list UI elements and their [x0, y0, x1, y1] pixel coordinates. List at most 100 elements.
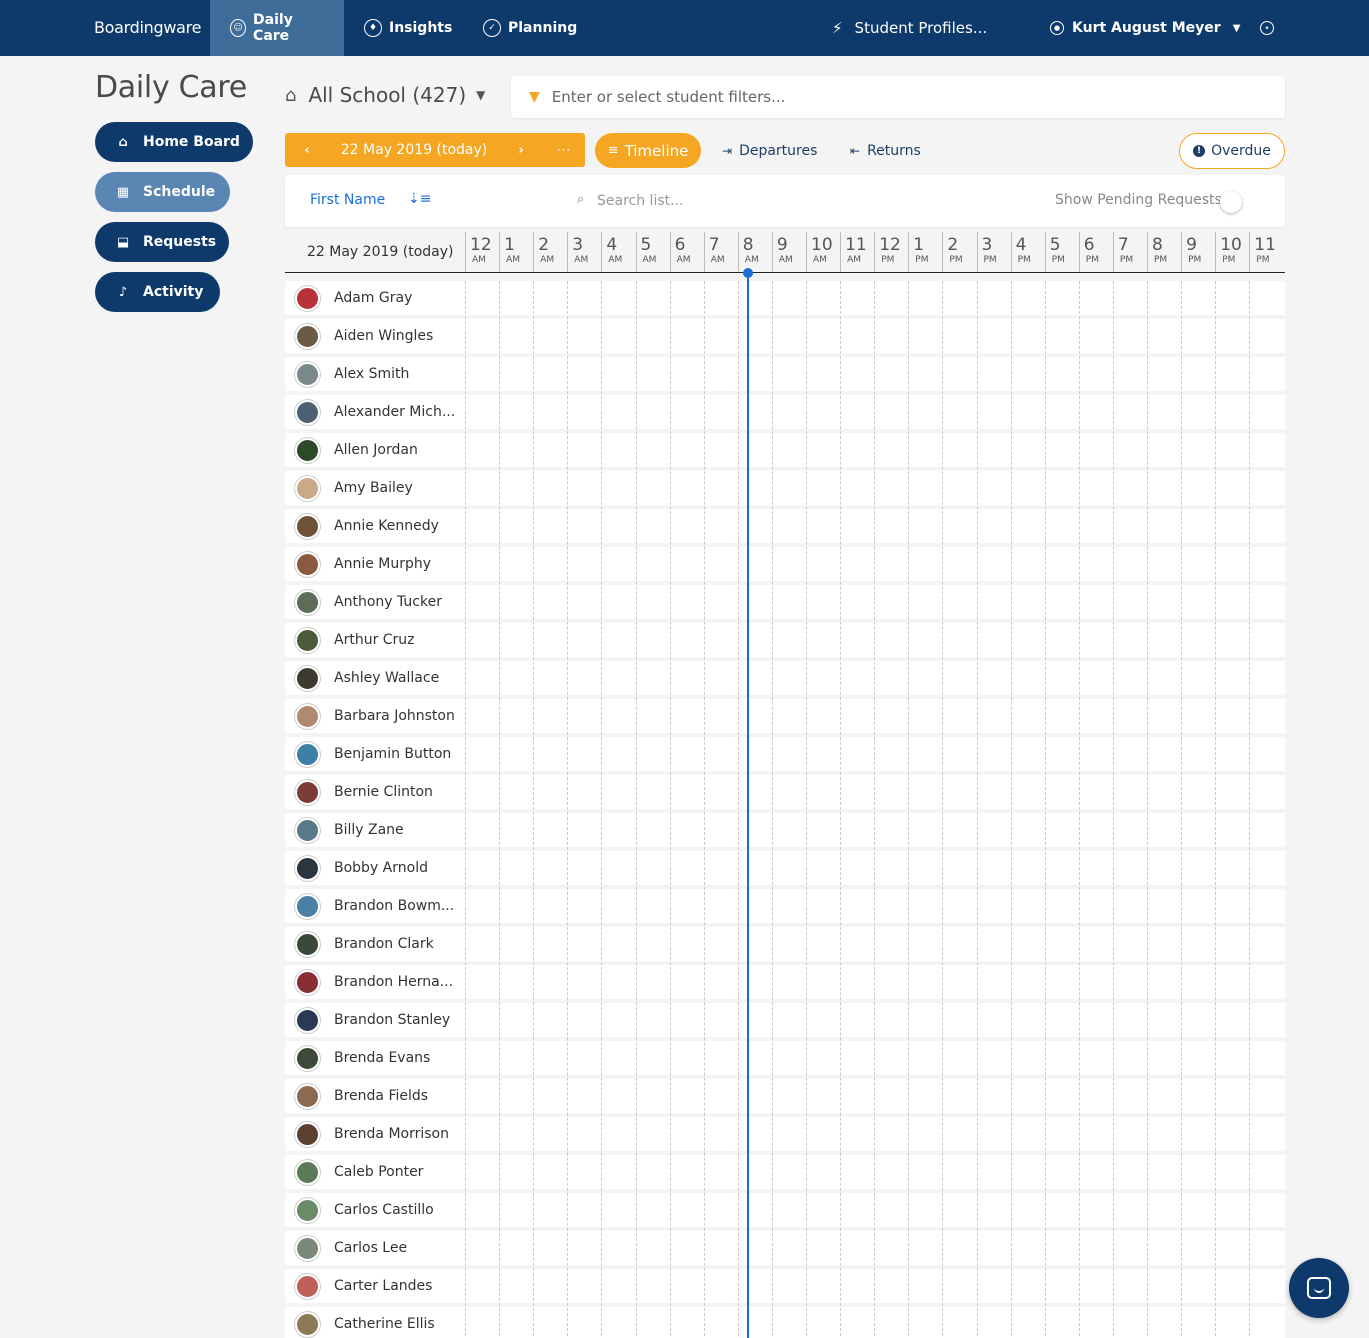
prev-day-button[interactable]: ‹ [285, 143, 329, 158]
overdue-button[interactable]: ! Overdue [1179, 133, 1285, 169]
student-row[interactable]: Brandon Stanley [285, 1003, 1285, 1041]
student-name[interactable]: Carter Landes [334, 1278, 432, 1294]
student-name-cell[interactable]: Anthony Tucker [285, 585, 465, 619]
sidebar-item-activity[interactable]: ♪ Activity [95, 272, 220, 312]
student-name-cell[interactable]: Brenda Evans [285, 1041, 465, 1075]
student-name-cell[interactable]: Billy Zane [285, 813, 465, 847]
tab-insights[interactable]: ♦ Insights [344, 0, 472, 56]
student-row[interactable]: Amy Bailey [285, 471, 1285, 509]
student-row[interactable]: Brenda Evans [285, 1041, 1285, 1079]
student-row[interactable]: Carlos Lee [285, 1231, 1285, 1269]
avatar[interactable] [295, 513, 320, 539]
student-row[interactable]: Carlos Castillo [285, 1193, 1285, 1231]
student-row[interactable]: Annie Murphy [285, 547, 1285, 585]
student-name[interactable]: Catherine Ellis [334, 1316, 435, 1332]
student-name[interactable]: Alex Smith [334, 366, 409, 382]
student-name-cell[interactable]: Carlos Lee [285, 1231, 465, 1265]
scope-selector[interactable]: ⌂ All School (427) ▼ [285, 83, 485, 107]
avatar[interactable] [295, 969, 320, 995]
avatar[interactable] [295, 437, 320, 463]
avatar[interactable] [295, 1045, 320, 1071]
student-name[interactable]: Billy Zane [334, 822, 404, 838]
student-row[interactable]: Alexander Mich... [285, 395, 1285, 433]
chat-launcher-button[interactable] [1289, 1258, 1349, 1318]
student-name[interactable]: Brandon Herna... [334, 974, 453, 990]
student-row[interactable]: Catherine Ellis [285, 1307, 1285, 1338]
student-row[interactable]: Adam Gray [285, 281, 1285, 319]
avatar[interactable] [295, 1083, 320, 1109]
avatar[interactable] [295, 931, 320, 957]
tab-planning[interactable]: ✓ Planning [463, 0, 597, 56]
avatar[interactable] [295, 741, 320, 767]
avatar[interactable] [295, 1007, 320, 1033]
student-name-cell[interactable]: Brandon Herna... [285, 965, 465, 999]
search-list-input[interactable] [597, 189, 797, 213]
student-row[interactable]: Anthony Tucker [285, 585, 1285, 623]
tab-daily-care[interactable]: ☺ Daily Care [210, 0, 344, 56]
avatar[interactable] [295, 475, 320, 501]
sidebar-item-requests[interactable]: ⬓ Requests [95, 222, 229, 262]
avatar[interactable] [295, 893, 320, 919]
student-row[interactable]: Benjamin Button [285, 737, 1285, 775]
avatar[interactable] [295, 1311, 320, 1337]
student-name[interactable]: Adam Gray [334, 290, 412, 306]
student-row[interactable]: Ashley Wallace [285, 661, 1285, 699]
avatar[interactable] [295, 703, 320, 729]
student-name-cell[interactable]: Bobby Arnold [285, 851, 465, 885]
student-name[interactable]: Brandon Clark [334, 936, 434, 952]
student-row[interactable]: Brandon Herna... [285, 965, 1285, 1003]
student-row[interactable]: Brandon Clark [285, 927, 1285, 965]
student-name-cell[interactable]: Allen Jordan [285, 433, 465, 467]
avatar[interactable] [295, 817, 320, 843]
avatar[interactable] [295, 1121, 320, 1147]
student-name-cell[interactable]: Caleb Ponter [285, 1155, 465, 1189]
avatar[interactable] [295, 399, 320, 425]
date-label[interactable]: 22 May 2019 (today) [329, 142, 499, 158]
student-row[interactable]: Annie Kennedy [285, 509, 1285, 547]
student-name[interactable]: Amy Bailey [334, 480, 413, 496]
student-name-cell[interactable]: Ashley Wallace [285, 661, 465, 695]
avatar[interactable] [295, 589, 320, 615]
student-row[interactable]: Caleb Ponter [285, 1155, 1285, 1193]
student-filter-input[interactable]: ▼ Enter or select student filters... [511, 76, 1285, 118]
sidebar-item-home-board[interactable]: ⌂ Home Board [95, 122, 253, 162]
student-row[interactable]: Brenda Fields [285, 1079, 1285, 1117]
student-name[interactable]: Caleb Ponter [334, 1164, 423, 1180]
sort-first-name[interactable]: First Name [310, 192, 385, 208]
avatar[interactable] [295, 1159, 320, 1185]
student-name-cell[interactable]: Adam Gray [285, 281, 465, 315]
student-name[interactable]: Brandon Stanley [334, 1012, 450, 1028]
avatar[interactable] [295, 323, 320, 349]
student-row[interactable]: Aiden Wingles [285, 319, 1285, 357]
student-name[interactable]: Ashley Wallace [334, 670, 439, 686]
student-name[interactable]: Annie Kennedy [334, 518, 439, 534]
student-row[interactable]: Carter Landes [285, 1269, 1285, 1307]
next-day-button[interactable]: › [499, 143, 543, 158]
student-name[interactable]: Brenda Morrison [334, 1126, 449, 1142]
avatar[interactable] [295, 551, 320, 577]
date-more-button[interactable]: ··· [543, 143, 585, 157]
student-name-cell[interactable]: Arthur Cruz [285, 623, 465, 657]
student-name[interactable]: Aiden Wingles [334, 328, 433, 344]
student-name-cell[interactable]: Aiden Wingles [285, 319, 465, 353]
student-name[interactable]: Annie Murphy [334, 556, 431, 572]
avatar[interactable] [295, 1235, 320, 1261]
student-name-cell[interactable]: Catherine Ellis [285, 1307, 465, 1338]
student-name-cell[interactable]: Annie Murphy [285, 547, 465, 581]
student-name[interactable]: Benjamin Button [334, 746, 451, 762]
avatar[interactable] [295, 855, 320, 881]
student-row[interactable]: Brandon Bowm... [285, 889, 1285, 927]
avatar[interactable] [295, 285, 320, 311]
student-name-cell[interactable]: Brandon Stanley [285, 1003, 465, 1037]
pending-requests-toggle[interactable] [1220, 191, 1242, 213]
student-name[interactable]: Brenda Fields [334, 1088, 428, 1104]
sort-icon[interactable]: ⇣≡ [408, 191, 431, 207]
student-row[interactable]: Bernie Clinton [285, 775, 1285, 813]
student-name[interactable]: Brandon Bowm... [334, 898, 454, 914]
student-name[interactable]: Brenda Evans [334, 1050, 430, 1066]
student-name-cell[interactable]: Alex Smith [285, 357, 465, 391]
avatar[interactable] [295, 665, 320, 691]
student-name-cell[interactable]: Carlos Castillo [285, 1193, 465, 1227]
student-name-cell[interactable]: Barbara Johnston [285, 699, 465, 733]
avatar[interactable] [295, 1273, 320, 1299]
